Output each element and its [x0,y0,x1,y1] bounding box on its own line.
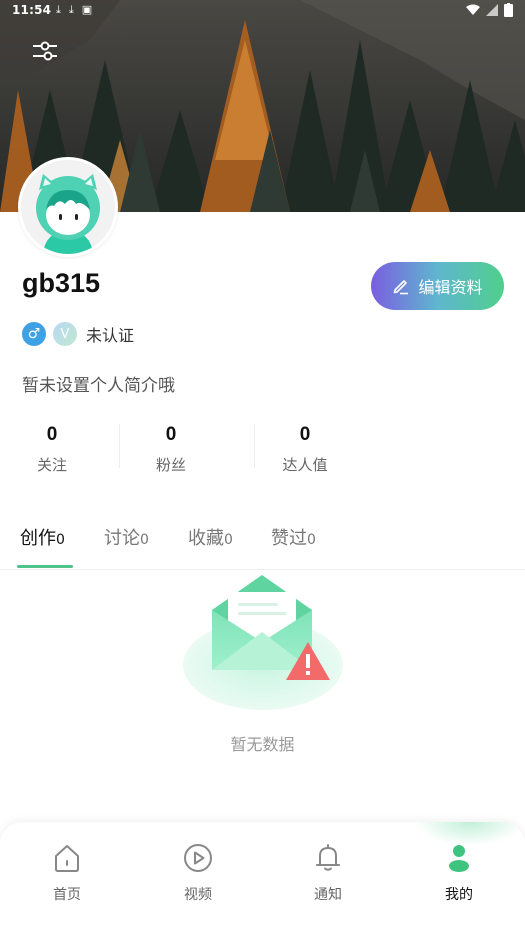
signal-icon [486,4,498,16]
tab-count: 0 [224,532,233,548]
play-icon [184,844,212,872]
male-gender-icon: ♂ [22,322,46,346]
tab-count: 0 [307,532,316,548]
edit-profile-button[interactable]: 编辑资料 [371,262,504,310]
nav-label: 我的 [445,887,473,903]
verification-status[interactable]: 未认证 [86,322,134,346]
avatar[interactable] [18,157,118,257]
stat-label: 关注 [36,456,67,474]
nav-video[interactable]: 视频 [158,842,238,904]
stat-label: 达人值 [282,456,328,474]
nav-home[interactable]: 首页 [27,842,107,904]
stat-following[interactable]: 0 关注 [0,420,104,484]
stat-value: 0 [299,424,311,445]
edit-profile-label: 编辑资料 [418,278,483,297]
stat-divider [254,424,255,468]
empty-mail-illustration [183,575,343,710]
tab-creations[interactable]: 创作0 [20,524,65,550]
app-notification-icon: ▣ [81,3,93,16]
settings-button[interactable] [28,34,62,68]
tab-discussions[interactable]: 讨论0 [104,524,149,550]
tab-liked[interactable]: 赞过0 [271,524,316,550]
stat-expert-score[interactable]: 0 达人值 [238,420,372,484]
profile-page: 11:54 ⤓ ⤓ ▣ gb315 编辑资料 ♂ V 未认证 暂未设置个人简介哦… [0,0,525,933]
profile-tags: ♂ V 未认证 [22,322,134,346]
stat-value: 0 [46,424,58,445]
profile-stats: 0 关注 0 粉丝 0 达人值 [0,420,390,484]
home-icon [55,845,79,872]
wifi-icon [466,4,480,15]
status-system-icons [466,3,513,17]
tab-label: 赞过 [271,528,307,549]
nav-notifications[interactable]: 通知 [288,842,368,904]
username: gb315 [22,268,101,298]
tab-label: 创作 [20,528,56,549]
status-time: 11:54 [12,3,52,17]
stat-value: 0 [165,424,177,445]
empty-state-text: 暂无数据 [230,735,295,754]
download-icon: ⤓ [68,3,74,16]
nav-label: 视频 [184,887,212,903]
bottom-navigation: 首页 视频 通知 我的 [0,822,525,933]
user-icon [449,845,469,872]
nav-label: 通知 [314,887,342,903]
status-notification-icons: ⤓ ⤓ ▣ [56,3,92,17]
tab-label: 收藏 [188,528,224,549]
tab-count: 0 [56,532,65,548]
download-icon: ⤓ [56,3,61,16]
stat-followers[interactable]: 0 粉丝 [104,420,238,484]
nav-label: 首页 [53,887,81,903]
tab-count: 0 [140,532,149,548]
stat-label: 粉丝 [155,456,186,474]
bell-icon [316,844,340,871]
nav-me[interactable]: 我的 [419,842,499,904]
profile-bio: 暂未设置个人简介哦 [22,376,175,396]
verification-icon: V [53,322,77,346]
sliders-icon [33,41,57,61]
avatar-cartoon-image [21,160,115,254]
battery-icon [504,3,513,17]
tab-label: 讨论 [104,528,140,549]
active-tab-indicator [17,565,73,568]
pencil-icon [394,280,409,295]
content-tabs: 创作0 讨论0 收藏0 赞过0 [0,514,525,570]
stat-divider [119,424,120,468]
status-bar: 11:54 ⤓ ⤓ ▣ [0,0,525,22]
tab-favorites[interactable]: 收藏0 [188,524,233,550]
